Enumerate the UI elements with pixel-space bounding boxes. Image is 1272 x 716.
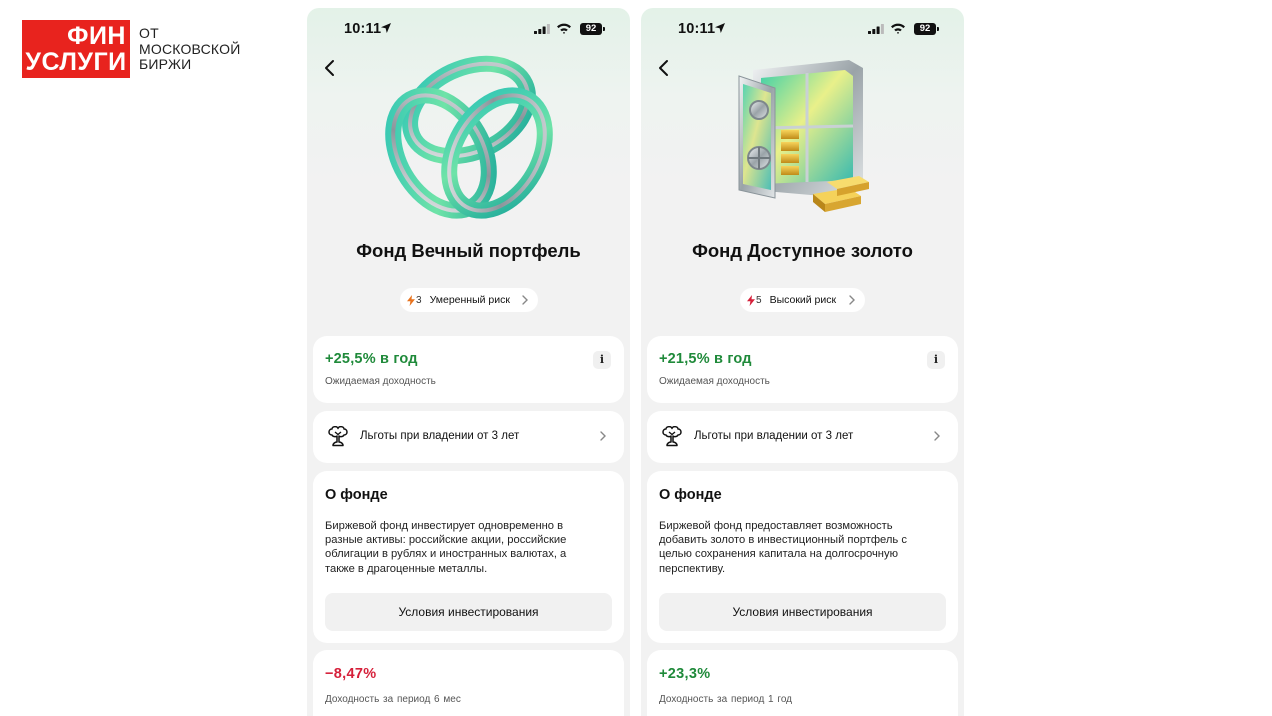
benefits-row[interactable]: Льготы при владении от 3 лет: [313, 411, 624, 463]
description-line: Биржевой фонд предоставляет возможность: [659, 520, 893, 532]
description-line: Биржевой фонд инвестирует одновременно в: [325, 520, 564, 532]
about-heading: О фонде: [659, 487, 722, 503]
tree-icon: [328, 426, 348, 447]
investment-terms-button[interactable]: Условия инвестирования: [325, 593, 612, 631]
expected-yield-caption: Ожидаемая доходность: [325, 376, 436, 387]
status-time: 10:11: [678, 21, 716, 37]
period-return-card: −8,47% Доходность за период 6 мес: [313, 650, 624, 716]
benefits-label: Льготы при владении от 3 лет: [694, 430, 854, 442]
safe-with-gold-icon: [738, 60, 869, 212]
chevron-right-icon: [934, 431, 940, 441]
logo-subtitle-line: БИРЖИ: [139, 56, 192, 72]
back-chevron-icon[interactable]: [655, 58, 673, 78]
risk-level: 5: [756, 294, 762, 306]
risk-badge[interactable]: 3 Умеренный риск: [400, 288, 538, 312]
chevron-right-icon: [849, 295, 855, 305]
about-description: Биржевой фонд предоставляет возможность …: [659, 519, 947, 576]
chevron-right-icon: [522, 295, 528, 305]
risk-label: Высокий риск: [769, 294, 837, 306]
expected-yield-card: +25,5% в год Ожидаемая доходность i: [313, 336, 624, 403]
description-line: целью сохранения капитала на долгосрочну…: [659, 548, 898, 561]
period-return-card: +23,3% Доходность за период 1 год: [647, 650, 958, 716]
phone-screen-eternal-portfolio: 10:11 92 Фонд Вечный портфель 3 Умеренны…: [307, 8, 630, 716]
description-line: облигации в рублях и иностранных валютах…: [325, 548, 567, 561]
investment-terms-button[interactable]: Условия инвестирования: [659, 593, 946, 631]
torus-knot-icon: [385, 55, 553, 219]
risk-badge[interactable]: 5 Высокий риск: [740, 288, 865, 312]
wifi-icon: [557, 23, 571, 34]
info-button[interactable]: i: [593, 351, 611, 369]
about-fund-card: О фонде Биржевой фонд предоставляет возм…: [647, 471, 958, 643]
lightning-icon: [747, 294, 755, 306]
status-bar: 10:11 92: [641, 8, 964, 48]
fund-title: Фонд Доступное золото: [692, 240, 913, 261]
battery-indicator: 92: [914, 23, 936, 35]
battery-tip: [937, 27, 939, 31]
period-return-value: +23,3%: [659, 666, 711, 682]
expected-yield-value: +25,5% в год: [325, 351, 418, 367]
expected-yield-caption: Ожидаемая доходность: [659, 376, 770, 387]
lightning-icon: [407, 294, 415, 306]
phone-screen-affordable-gold: 10:11 92 Фонд Доступное золото 5 Высокий…: [641, 8, 964, 716]
description-line: также в драгоценные металлы.: [325, 562, 488, 575]
battery-tip: [603, 27, 605, 31]
logo-line-2: УСЛУГИ: [25, 48, 127, 76]
logo-line-1: ФИН: [67, 22, 126, 50]
wifi-icon: [891, 23, 905, 34]
cellular-signal-icon: [534, 24, 550, 34]
location-arrow-icon: [715, 23, 725, 33]
logo-subtitle-line: ОТ: [139, 25, 159, 41]
logo-badge: ФИН УСЛУГИ: [22, 20, 130, 78]
battery-indicator: 92: [580, 23, 602, 35]
chevron-right-icon: [600, 431, 606, 441]
risk-level: 3: [416, 294, 422, 306]
status-bar: 10:11 92: [307, 8, 630, 48]
about-fund-card: О фонде Биржевой фонд инвестирует одновр…: [313, 471, 624, 643]
brand-logo: ФИН УСЛУГИ ОТ МОСКОВСКОЙ БИРЖИ: [22, 20, 252, 80]
expected-yield-card: +21,5% в год Ожидаемая доходность i: [647, 336, 958, 403]
period-return-value: −8,47%: [325, 666, 377, 682]
risk-label: Умеренный риск: [429, 294, 510, 306]
description-line: добавить золото в инвестиционный портфел…: [659, 534, 907, 547]
about-description: Биржевой фонд инвестирует одновременно в…: [325, 519, 613, 576]
logo-subtitle: ОТ МОСКОВСКОЙ БИРЖИ: [139, 25, 241, 73]
benefits-row[interactable]: Льготы при владении от 3 лет: [647, 411, 958, 463]
description-line: разные активы: российские акции, российс…: [325, 534, 567, 547]
expected-yield-value: +21,5% в год: [659, 351, 752, 367]
back-chevron-icon[interactable]: [321, 58, 339, 78]
benefits-label: Льготы при владении от 3 лет: [360, 430, 520, 442]
status-time: 10:11: [344, 21, 382, 37]
period-return-caption: Доходность за период 1 год: [659, 694, 792, 705]
info-button[interactable]: i: [927, 351, 945, 369]
cellular-signal-icon: [868, 24, 884, 34]
description-line: перспективу.: [659, 562, 726, 575]
location-arrow-icon: [381, 23, 391, 33]
period-return-caption: Доходность за период 6 мес: [325, 694, 461, 705]
tree-icon: [662, 426, 682, 447]
about-heading: О фонде: [325, 487, 388, 503]
logo-subtitle-line: МОСКОВСКОЙ: [139, 40, 241, 57]
fund-title: Фонд Вечный портфель: [356, 240, 581, 261]
